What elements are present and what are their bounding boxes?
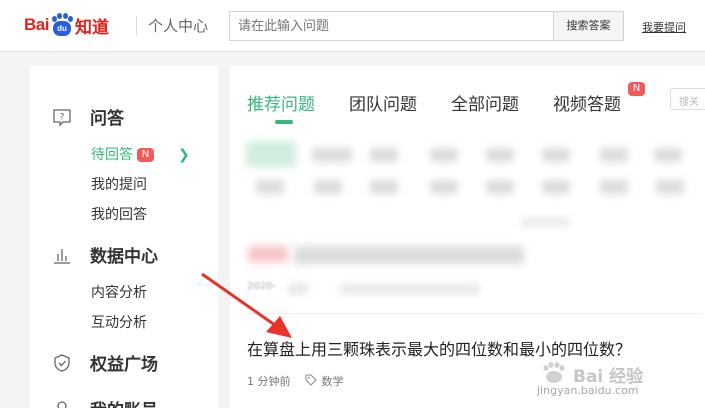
question-divider (247, 313, 702, 314)
bar-chart-icon (52, 245, 72, 265)
new-badge: N (137, 148, 154, 162)
filter-chip-blurred[interactable] (486, 148, 514, 162)
sidebar-section-label: 我的账号 (90, 396, 158, 408)
filter-chip-blurred[interactable] (246, 141, 296, 167)
question-icon: ? (52, 107, 72, 127)
main-panel: 推荐问题 团队问题 全部问题 视频答题 N 搜关 2020- 在算盘上用三颗珠表… (230, 66, 705, 408)
sidebar-item-my-questions[interactable]: 我的提问 (91, 174, 147, 194)
filter-chip-blurred[interactable] (542, 148, 570, 162)
watermark-url: jingyan.baidu.com (537, 384, 639, 397)
sidebar-section-data-center[interactable]: 数据中心 (52, 242, 158, 267)
filter-chip-blurred[interactable] (654, 148, 682, 162)
paw-icon (543, 362, 565, 383)
svg-text:?: ? (60, 112, 65, 122)
chevron-right-icon: ❯ (178, 147, 190, 163)
sidebar-item-label: 待回答 (91, 147, 133, 163)
filter-chip-blurred[interactable] (486, 180, 514, 194)
expand-toggle-blurred[interactable] (520, 218, 570, 226)
question-search-input[interactable]: 搜关 (670, 88, 705, 110)
filter-chip-blurred[interactable] (542, 180, 570, 194)
sidebar: ? 问答 待回答 N ❯ 我的提问 我的回答 数据中心 内容分析 互动分析 权益广… (30, 66, 218, 408)
filter-chip-blurred[interactable] (600, 180, 628, 194)
filter-chip-blurred[interactable] (314, 180, 342, 194)
sidebar-item-interaction-analysis[interactable]: 互动分析 (91, 312, 147, 332)
baidu-zhidao-logo[interactable]: Bai du 知道 (24, 12, 109, 38)
sidebar-item-to-answer[interactable]: 待回答 N (91, 144, 154, 164)
question-meta-blurred (340, 284, 480, 294)
logo-zhidao-text: 知道 (74, 17, 109, 38)
question-meta: 1 分钟前 数学 (247, 373, 344, 389)
sidebar-section-rights-plaza[interactable]: 权益广场 (52, 350, 158, 375)
ask-question-link[interactable]: 我要提问 (642, 19, 686, 35)
filter-chip-blurred[interactable] (600, 148, 628, 162)
sidebar-section-my-account[interactable]: 我的账号 (52, 396, 158, 408)
filter-chip-blurred[interactable] (430, 148, 458, 162)
filter-chip-blurred[interactable] (370, 148, 398, 162)
sidebar-section-label: 权益广场 (90, 355, 158, 375)
tab-team[interactable]: 团队问题 (349, 90, 417, 115)
question-title[interactable]: 在算盘上用三颗珠表示最大的四位数和最小的四位数？ (247, 336, 631, 360)
baidu-jingyan-watermark: Bai 经验 jingyan.baidu.com (533, 360, 683, 402)
logo-du-text: du (52, 21, 71, 36)
sidebar-section-label: 问答 (90, 109, 124, 129)
tag-icon (305, 374, 317, 389)
sidebar-section-label: 数据中心 (90, 247, 158, 267)
filter-chip-blurred[interactable] (256, 180, 284, 194)
top-header: Bai du 知道 个人中心 搜索答案 我要提问 (0, 0, 705, 52)
filter-chip-blurred[interactable] (656, 180, 684, 194)
page-title: 个人中心 (148, 17, 209, 35)
paw-icon: du (50, 13, 74, 37)
tab-video[interactable]: 视频答题 (553, 90, 621, 115)
tab-recommended[interactable]: 推荐问题 (247, 90, 315, 115)
search-input[interactable] (229, 11, 554, 41)
question-tag[interactable]: 数学 (322, 373, 344, 389)
question-meta-blurred (288, 284, 308, 294)
filter-chip-blurred[interactable] (430, 180, 458, 194)
question-title-blurred[interactable] (294, 246, 524, 264)
shield-check-icon (52, 353, 72, 373)
header-divider (136, 16, 137, 36)
tab-all[interactable]: 全部问题 (451, 90, 519, 115)
sidebar-section-qa[interactable]: ? 问答 (52, 104, 124, 129)
active-tab-indicator (275, 120, 293, 124)
filter-chip-blurred[interactable] (370, 180, 398, 194)
filter-chip-blurred[interactable] (312, 148, 352, 162)
account-icon (52, 399, 72, 408)
sidebar-item-my-answers[interactable]: 我的回答 (91, 204, 147, 224)
new-badge: N (628, 82, 645, 96)
question-date-blurred: 2020- (247, 281, 277, 292)
logo-bai-text: Bai (24, 15, 49, 34)
question-time: 1 分钟前 (247, 375, 291, 388)
sidebar-item-content-analysis[interactable]: 内容分析 (91, 282, 147, 302)
question-tag-blurred (248, 246, 288, 262)
search-button[interactable]: 搜索答案 (554, 11, 624, 41)
